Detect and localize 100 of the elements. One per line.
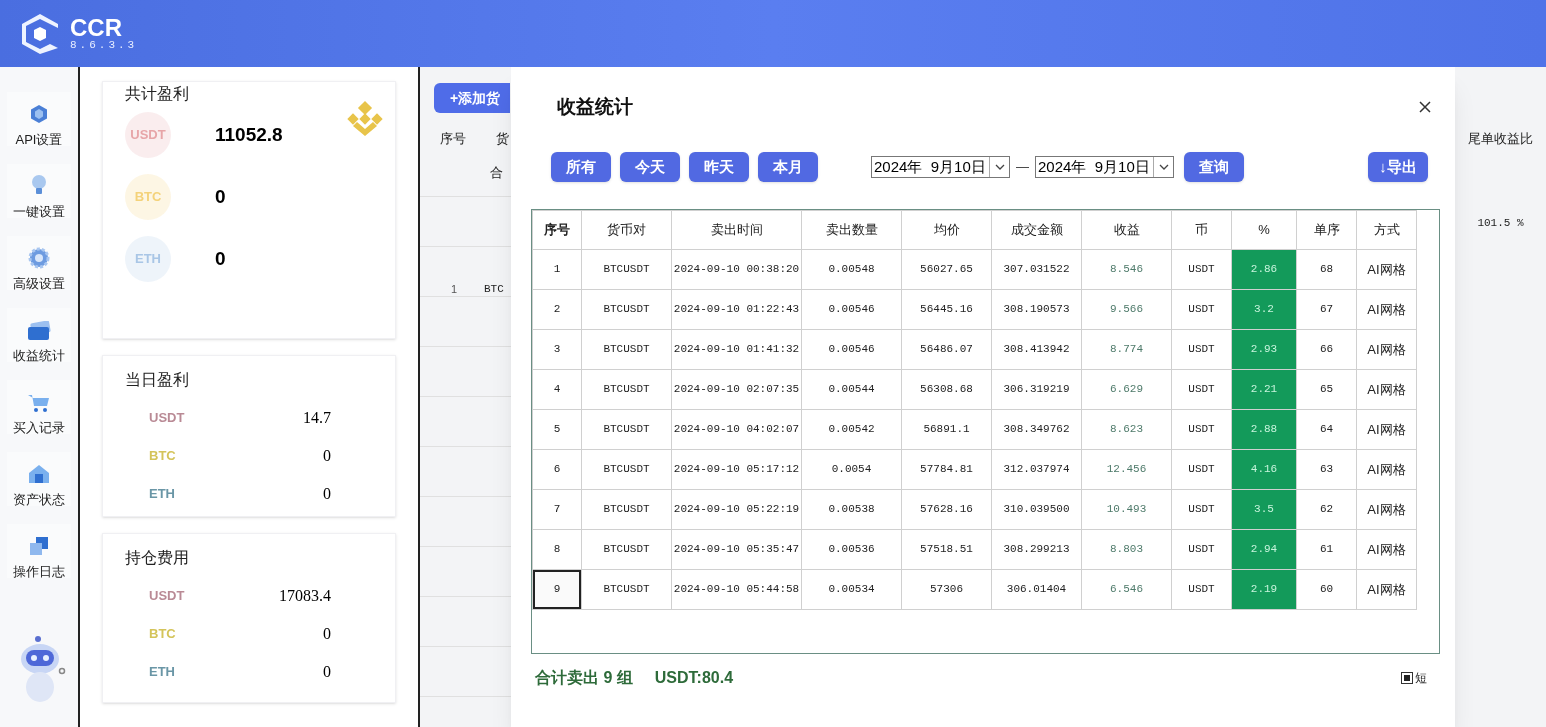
- amount-value: 14.7: [303, 408, 331, 428]
- app-name: CCR: [70, 16, 123, 40]
- table-cell-text: 合: [490, 164, 503, 182]
- table-cell: 1: [532, 249, 582, 290]
- table-cell: USDT: [1171, 569, 1232, 610]
- table-cell: 2024-09-10 05:17:12: [671, 449, 802, 490]
- coin-badge: ETH: [125, 236, 171, 282]
- query-button[interactable]: 查询: [1184, 152, 1244, 182]
- table-cell: 2.21: [1231, 369, 1297, 410]
- amount-value: 17083.4: [279, 586, 331, 606]
- table-cell: 2.86: [1231, 249, 1297, 290]
- coin-label: BTC: [149, 447, 176, 466]
- filter-button[interactable]: 昨天: [689, 152, 749, 182]
- table-cell: USDT: [1171, 409, 1232, 450]
- table-cell: USDT: [1171, 529, 1232, 570]
- cube-icon: [28, 103, 50, 125]
- table-cell: USDT: [1171, 489, 1232, 530]
- table-cell: 63: [1296, 449, 1357, 490]
- date-field[interactable]: 2024年 9月10日: [871, 156, 1010, 178]
- column-header: %: [1231, 210, 1297, 250]
- table-cell: BTCUSDT: [581, 249, 672, 290]
- table-cell: 3: [532, 329, 582, 370]
- table-cell: 60: [1296, 569, 1357, 610]
- table-cell: 2024-09-10 04:02:07: [671, 409, 802, 450]
- date-separator: —: [1016, 158, 1029, 177]
- table-cell: 2024-09-10 02:07:35: [671, 369, 802, 410]
- table-cell: BTCUSDT: [581, 529, 672, 570]
- table-cell: 2024-09-10 05:22:19: [671, 489, 802, 530]
- table-cell: USDT: [1171, 289, 1232, 330]
- table-cell: 0.00542: [801, 409, 902, 450]
- filter-button[interactable]: 所有: [551, 152, 611, 182]
- table-cell: 308.299213: [991, 529, 1082, 570]
- card-title: 当日盈利: [125, 370, 190, 390]
- table-cell: 62: [1296, 489, 1357, 530]
- table-cell: 8.803: [1081, 529, 1172, 570]
- checkbox[interactable]: 短: [1401, 669, 1427, 687]
- table-cell: BTCUSDT: [581, 569, 672, 610]
- coin-label: USDT: [149, 587, 185, 606]
- table-cell: 4: [532, 369, 582, 410]
- table-cell: 9.566: [1081, 289, 1172, 330]
- add-coin-button[interactable]: +添加货: [434, 83, 510, 113]
- card-title: 共计盈利: [125, 84, 190, 104]
- table-cell: 9: [532, 569, 582, 610]
- table-cell: 2024-09-10 01:41:32: [671, 329, 802, 370]
- table-cell: AI网格: [1356, 409, 1417, 450]
- column-header: 卖出数量: [801, 210, 902, 250]
- coin-badge: BTC: [125, 174, 171, 220]
- table-cell: BTCUSDT: [581, 329, 672, 370]
- log-icon: [28, 535, 50, 557]
- table-cell: 308.413942: [991, 329, 1082, 370]
- close-icon[interactable]: [1417, 99, 1433, 115]
- table-cell: 308.349762: [991, 409, 1082, 450]
- table-cell: 56308.68: [901, 369, 992, 410]
- table-cell: 6.629: [1081, 369, 1172, 410]
- amount-value: 0: [323, 446, 331, 466]
- table-cell: AI网格: [1356, 369, 1417, 410]
- table-cell: 7: [532, 489, 582, 530]
- table-cell: BTCUSDT: [581, 489, 672, 530]
- column-header: 序号: [440, 130, 466, 148]
- card-icon: [27, 321, 51, 341]
- coin-label: ETH: [149, 485, 175, 504]
- table-cell: 10.493: [1081, 489, 1172, 530]
- table-cell: BTCUSDT: [581, 289, 672, 330]
- table-cell: 0.00546: [801, 289, 902, 330]
- table-cell: 57518.51: [901, 529, 992, 570]
- table-cell: 0.00546: [801, 329, 902, 370]
- table-cell: 310.039500: [991, 489, 1082, 530]
- table-cell: 57306: [901, 569, 992, 610]
- table-cell: 3.5: [1231, 489, 1297, 530]
- column-header: 序号: [532, 210, 582, 250]
- table-cell: AI网格: [1356, 289, 1417, 330]
- column-header: 尾单收益比: [1468, 130, 1533, 148]
- table-cell: 64: [1296, 409, 1357, 450]
- table-cell: 2: [532, 289, 582, 330]
- table-cell: 2.88: [1231, 409, 1297, 450]
- card-title: 持仓费用: [125, 548, 190, 568]
- table-cell: 56891.1: [901, 409, 992, 450]
- table-cell: 0.00548: [801, 249, 902, 290]
- table-cell: 65: [1296, 369, 1357, 410]
- table-cell: 312.037974: [991, 449, 1082, 490]
- table-cell: 2.93: [1231, 329, 1297, 370]
- table-cell: 57628.16: [901, 489, 992, 530]
- export-button[interactable]: ↓导出: [1368, 152, 1428, 182]
- app-version: 8.6.3.3: [70, 40, 138, 51]
- amount-value: 0: [323, 662, 331, 682]
- table-cell: 0.00544: [801, 369, 902, 410]
- table-cell: AI网格: [1356, 249, 1417, 290]
- amount-value: 11052.8: [215, 122, 283, 147]
- column-header: 单序: [1296, 210, 1357, 250]
- table-cell: 0.00534: [801, 569, 902, 610]
- filter-button[interactable]: 本月: [758, 152, 818, 182]
- amount-value: 0: [215, 246, 226, 271]
- table-cell: 2.94: [1231, 529, 1297, 570]
- table-cell: 0.00538: [801, 489, 902, 530]
- filter-button[interactable]: 今天: [620, 152, 680, 182]
- table-cell: 8.774: [1081, 329, 1172, 370]
- date-field[interactable]: 2024年 9月10日: [1035, 156, 1174, 178]
- table-cell: 67: [1296, 289, 1357, 330]
- table-cell: AI网格: [1356, 489, 1417, 530]
- table-cell: 3.2: [1231, 289, 1297, 330]
